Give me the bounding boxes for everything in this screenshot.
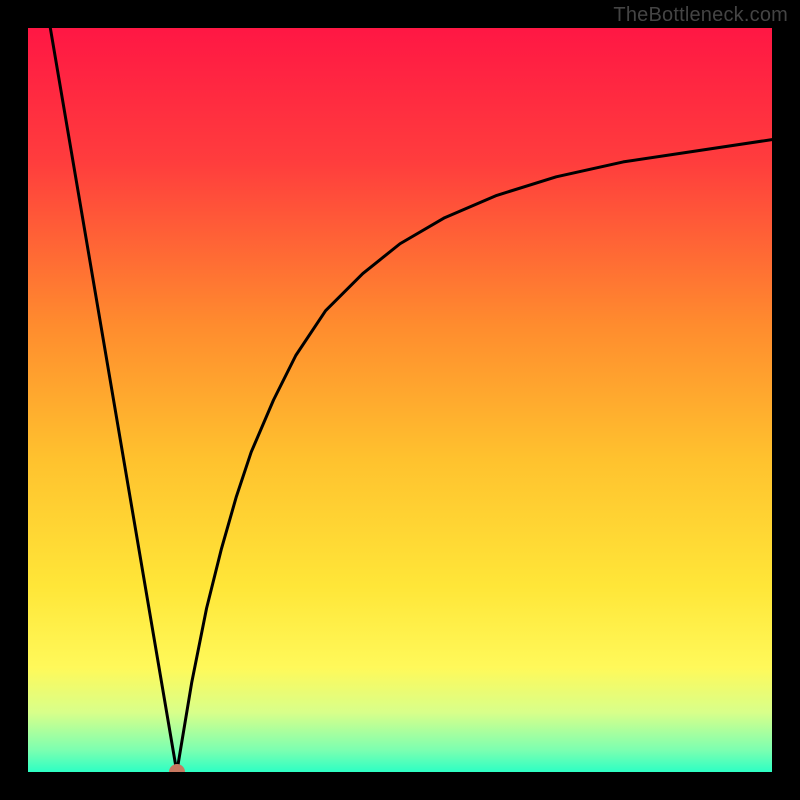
watermark-text: TheBottleneck.com (613, 4, 788, 27)
chart-frame: TheBottleneck.com (0, 0, 800, 800)
plot-area (28, 28, 772, 772)
chart-curve (28, 28, 772, 772)
